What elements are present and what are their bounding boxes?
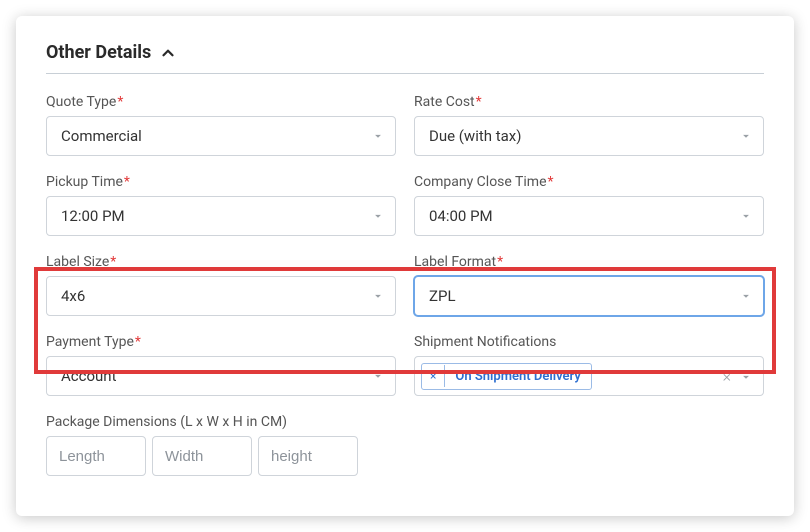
ship-notif-tag: × On Shipment Delivery [421, 363, 592, 390]
payment-type-select[interactable]: Account [46, 356, 396, 396]
ship-notif-select[interactable]: × On Shipment Delivery × [414, 356, 764, 396]
caret-down-icon [739, 209, 753, 223]
dimensions-label: Package Dimensions (L x W x H in CM) [46, 414, 764, 430]
required-mark: * [548, 174, 554, 190]
required-mark: * [476, 94, 482, 110]
pickup-time-label: Pickup Time* [46, 174, 396, 190]
field-dimensions: Package Dimensions (L x W x H in CM) [46, 414, 764, 476]
label-text: Shipment Notifications [414, 334, 556, 350]
close-time-label: Company Close Time* [414, 174, 764, 190]
caret-down-icon [739, 129, 753, 143]
select-value: Account [61, 367, 117, 385]
label-text: Payment Type [46, 334, 134, 350]
label-text: Quote Type [46, 94, 116, 110]
field-quote-type: Quote Type* Commercial [46, 94, 396, 156]
label-text: Rate Cost [414, 94, 475, 110]
required-mark: * [117, 94, 123, 110]
chevron-up-icon [159, 44, 177, 62]
field-close-time: Company Close Time* 04:00 PM [414, 174, 764, 236]
select-value: 4x6 [61, 287, 85, 305]
caret-down-icon [739, 369, 753, 383]
ship-notif-label: Shipment Notifications [414, 334, 764, 350]
rate-cost-select[interactable]: Due (with tax) [414, 116, 764, 156]
section-header[interactable]: Other Details [46, 42, 764, 74]
rate-cost-label: Rate Cost* [414, 94, 764, 110]
height-input[interactable] [258, 436, 358, 476]
field-shipment-notifications: Shipment Notifications × On Shipment Del… [414, 334, 764, 396]
quote-type-label: Quote Type* [46, 94, 396, 110]
form-grid: Quote Type* Commercial Rate Cost* Due (w… [46, 74, 764, 476]
label-text: Package Dimensions (L x W x H in CM) [46, 414, 287, 430]
pickup-time-select[interactable]: 12:00 PM [46, 196, 396, 236]
field-rate-cost: Rate Cost* Due (with tax) [414, 94, 764, 156]
field-payment-type: Payment Type* Account [46, 334, 396, 396]
close-time-select[interactable]: 04:00 PM [414, 196, 764, 236]
required-mark: * [110, 254, 116, 270]
select-value: 04:00 PM [429, 207, 493, 225]
select-value: 12:00 PM [61, 207, 125, 225]
required-mark: * [124, 174, 130, 190]
label-text: Pickup Time [46, 174, 123, 190]
required-mark: * [135, 334, 141, 350]
caret-down-icon [371, 289, 385, 303]
section-title: Other Details [46, 42, 151, 63]
other-details-card: Other Details Quote Type* Commercial Rat… [16, 16, 794, 516]
caret-down-icon [371, 209, 385, 223]
label-size-select[interactable]: 4x6 [46, 276, 396, 316]
tag-remove-icon[interactable]: × [422, 365, 445, 387]
label-text: Label Format [414, 254, 496, 270]
caret-down-icon [371, 129, 385, 143]
required-mark: * [497, 254, 503, 270]
length-input[interactable] [46, 436, 146, 476]
select-value: Due (with tax) [429, 127, 521, 145]
select-value: ZPL [429, 287, 456, 305]
caret-down-icon [371, 369, 385, 383]
field-label-size: Label Size* 4x6 [46, 254, 396, 316]
tag-text: On Shipment Delivery [445, 364, 590, 389]
clear-all-icon[interactable]: × [723, 367, 731, 386]
label-text: Label Size [46, 254, 109, 270]
quote-type-select[interactable]: Commercial [46, 116, 396, 156]
label-size-label: Label Size* [46, 254, 396, 270]
payment-type-label: Payment Type* [46, 334, 396, 350]
dimensions-inputs [46, 436, 764, 476]
label-format-label: Label Format* [414, 254, 764, 270]
field-pickup-time: Pickup Time* 12:00 PM [46, 174, 396, 236]
width-input[interactable] [152, 436, 252, 476]
field-label-format: Label Format* ZPL [414, 254, 764, 316]
label-format-select[interactable]: ZPL [414, 276, 764, 316]
caret-down-icon [739, 289, 753, 303]
label-text: Company Close Time [414, 174, 547, 190]
select-value: Commercial [61, 127, 142, 145]
